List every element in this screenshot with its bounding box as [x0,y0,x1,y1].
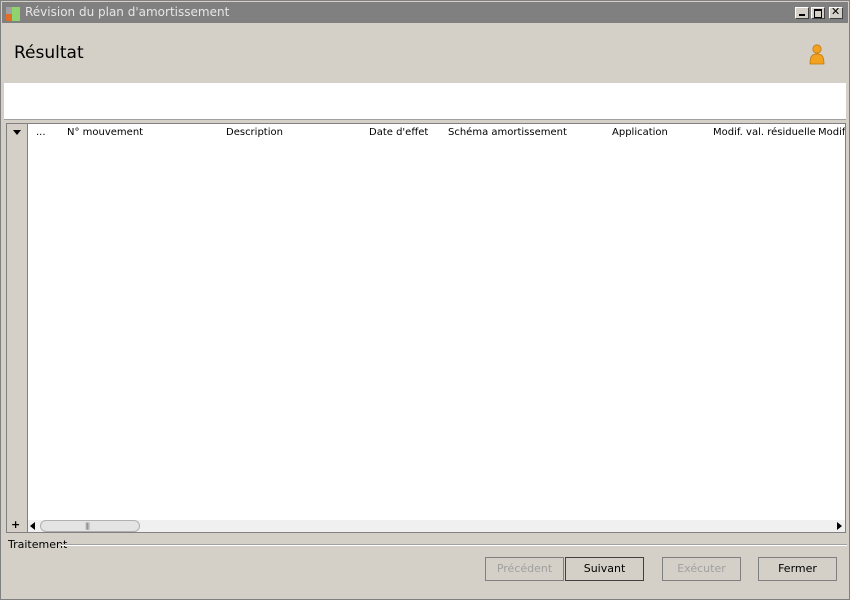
window-title: Révision du plan d'amortissement [25,5,230,19]
previous-button[interactable]: Précédent [485,557,564,581]
close-icon: ✕ [831,5,841,18]
traitement-divider [61,544,847,546]
grid-body[interactable] [28,142,845,518]
page-title: Résultat [14,43,84,63]
column-header-residual-value-change[interactable]: Modif. val. résiduelle [713,127,816,138]
column-header-depreciation-scheme[interactable]: Schéma amortissement [448,127,567,138]
row-selector-column [7,124,28,532]
main-window: Révision du plan d'amortissement ✕ Résul… [0,0,850,600]
scroll-left-icon[interactable] [30,522,35,530]
title-bar[interactable]: Révision du plan d'amortissement ✕ [2,2,848,23]
traitement-label: Traitement [8,538,68,551]
execute-button[interactable]: Exécuter [662,557,741,581]
scroll-right-icon[interactable] [837,522,842,530]
maximize-icon [814,9,822,18]
page-header: Résultat [2,23,848,83]
column-chooser-icon[interactable] [13,130,21,135]
minimize-icon [799,14,805,16]
user-icon[interactable] [808,43,826,67]
column-header-modif[interactable]: Modif [818,127,845,138]
column-header-application[interactable]: Application [612,127,668,138]
result-grid[interactable]: ... N° mouvement Description Date d'effe… [6,123,846,533]
close-button[interactable]: Fermer [758,557,837,581]
column-header-effective-date[interactable]: Date d'effet [369,127,428,138]
minimize-button[interactable] [795,7,809,19]
maximize-button[interactable] [811,7,825,19]
next-button[interactable]: Suivant [565,557,644,581]
scroll-grip: ||| [85,522,90,530]
app-icon [6,7,20,21]
scroll-thumb[interactable]: ||| [40,520,140,532]
filter-panel [4,83,846,120]
grid-header-row: ... N° mouvement Description Date d'effe… [28,124,845,143]
add-row-icon[interactable]: + [11,518,20,531]
column-header-more[interactable]: ... [36,127,46,138]
horizontal-scrollbar[interactable]: + ||| [11,518,845,532]
column-header-description[interactable]: Description [226,127,283,138]
close-window-button[interactable]: ✕ [829,5,843,19]
column-header-movement-number[interactable]: N° mouvement [67,127,143,138]
